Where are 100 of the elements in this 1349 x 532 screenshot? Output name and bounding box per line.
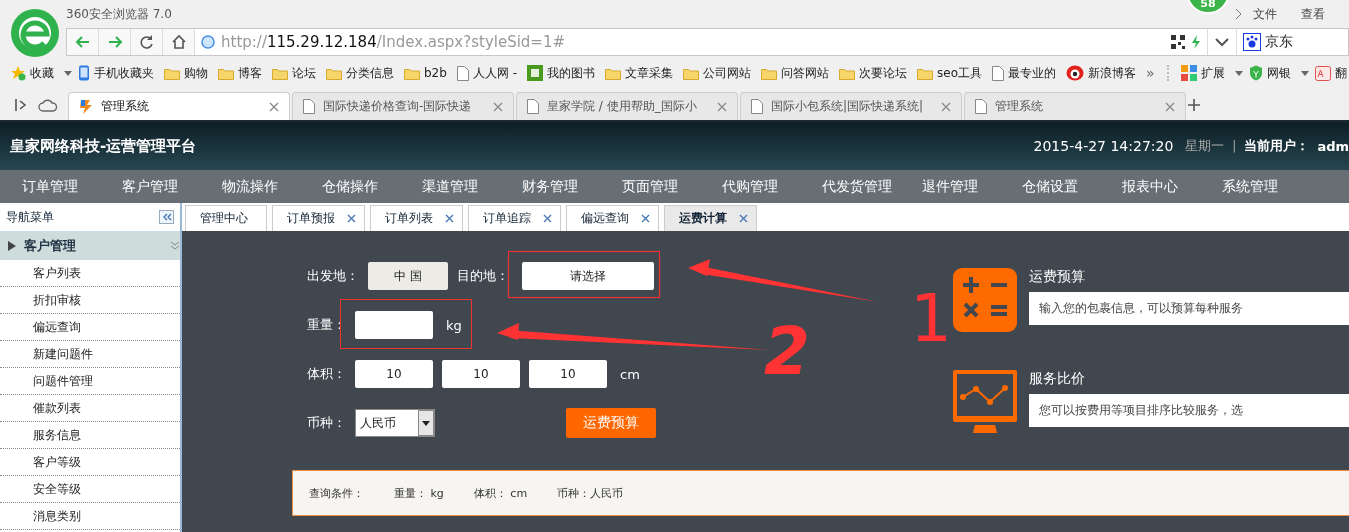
bookmark[interactable]: 新浪博客 (1066, 64, 1136, 82)
sidebar-item[interactable]: 消息类别 (0, 503, 180, 530)
menu-item[interactable]: 报表中心 (1100, 177, 1200, 196)
sidebar-item[interactable]: 催款列表 (0, 395, 180, 422)
unit-label: kg (446, 317, 462, 333)
sidebar-item[interactable]: 新建问题件 (0, 341, 180, 368)
close-icon (717, 101, 727, 112)
menu-item[interactable]: 仓储设置 (1000, 177, 1100, 196)
card-title: 服务比价 (1029, 370, 1086, 388)
page-tab[interactable]: 管理中心 (185, 205, 267, 231)
query-condition: 体积： cm (473, 485, 528, 501)
bookmark[interactable]: 博客 (218, 64, 262, 82)
bookmark[interactable]: 公司网站 (683, 64, 752, 82)
menu-item[interactable]: 系统管理 (1200, 177, 1300, 196)
folder-icon (683, 66, 700, 80)
eye-icon (1066, 65, 1084, 81)
menu-item[interactable]: 订单管理 (0, 177, 100, 196)
browser-tab[interactable]: 国际快递价格查询-国际快递 (292, 92, 514, 120)
bookmark[interactable]: 我的图书 (527, 64, 596, 82)
sidebar-item[interactable]: 偏远查询 (0, 314, 180, 341)
bookmark[interactable]: seo工具 (917, 64, 982, 82)
bookmark[interactable]: 次要论坛 (839, 64, 908, 82)
page-tab[interactable]: 订单列表 (370, 205, 463, 231)
browser-tab[interactable]: 管理系统 (964, 92, 1186, 120)
menu-item[interactable]: 文件 (1253, 5, 1277, 23)
page-tab[interactable]: 偏远查询 (566, 205, 659, 231)
menu-item[interactable]: 查看 (1301, 5, 1325, 23)
app-logo-icon (79, 98, 93, 115)
origin-field[interactable]: 中 国 (368, 262, 448, 290)
menu-item[interactable]: 渠道管理 (400, 177, 500, 196)
collapse-button[interactable] (159, 210, 174, 224)
bookmark[interactable]: 问答网站 (761, 64, 830, 82)
menu-group-header[interactable]: 客户管理 (0, 232, 180, 260)
query-condition: 币种：人民币 (557, 485, 624, 501)
menu-item[interactable]: 仓储操作 (300, 177, 400, 196)
sidebar-item[interactable]: 客户等级 (0, 449, 180, 476)
phone-icon (78, 65, 90, 81)
description-box: 输入您的包裹信息，可以预算每种服务 (1029, 292, 1349, 325)
bookmark[interactable]: 最专业的 (992, 64, 1056, 82)
currency-select[interactable]: 人民币 (355, 409, 435, 437)
more-bookmarks[interactable]: » (1146, 65, 1155, 81)
field-label: 出发地： (307, 267, 359, 285)
page-icon (527, 99, 539, 114)
double-chevron-icon (161, 213, 172, 221)
bookmark[interactable]: 手机收藏夹 (78, 64, 154, 82)
dimension-input[interactable]: 10 (442, 360, 520, 388)
field-label: 币种： (307, 414, 346, 432)
chevron-icon (1235, 8, 1243, 20)
page-icon (456, 65, 469, 81)
new-tab-icon (1188, 99, 1200, 111)
menu-item[interactable]: 页面管理 (600, 177, 700, 196)
destination-select[interactable]: 请选择 (522, 262, 654, 290)
folder-icon (164, 66, 180, 80)
user-label: 当前用户： (1244, 137, 1310, 155)
description-box: 您可以按费用等项目排序比较服务，选 (1029, 394, 1349, 427)
bookmark[interactable]: 购物 (164, 64, 208, 82)
sidebar-item[interactable]: 客户列表 (0, 260, 180, 287)
page-tab[interactable]: 订单预报 (272, 205, 365, 231)
page-icon (975, 99, 987, 114)
bookmark[interactable]: 人人网 - (456, 64, 518, 82)
page-tab[interactable]: 订单追踪 (468, 205, 561, 231)
browser-tab[interactable]: 管理系统 (68, 92, 290, 120)
user-name: adm (1317, 138, 1349, 154)
sidebar-item[interactable]: 安全等级 (0, 476, 180, 503)
grid-icon (1180, 65, 1197, 81)
query-condition: 重量： kg (394, 485, 444, 501)
browser-logo-icon (10, 8, 60, 58)
double-chevron-down-icon (170, 241, 180, 251)
bookmark[interactable]: b2b (404, 66, 447, 80)
triangle-icon (8, 241, 16, 251)
weight-input[interactable] (355, 311, 433, 339)
folder-icon (272, 66, 288, 80)
toolbar-item[interactable]: 网银 (1248, 64, 1291, 82)
page-icon (751, 99, 763, 114)
toolbar-item[interactable]: 扩展 (1180, 64, 1225, 82)
page-tab[interactable]: 运费计算 (664, 205, 757, 231)
bookmark[interactable]: 分类信息 (326, 64, 394, 82)
browser-tab[interactable]: 皇家学院 / 使用帮助_国际小 (516, 92, 738, 120)
bookmark[interactable]: 收藏 (10, 64, 54, 82)
menu-item[interactable]: 退件管理 (900, 177, 1000, 196)
menu-item[interactable]: 财务管理 (500, 177, 600, 196)
sidebar-item[interactable]: 折扣审核 (0, 287, 180, 314)
bookmark[interactable]: 文章采集 (605, 64, 674, 82)
cloud-icon (38, 98, 58, 112)
dimension-input[interactable]: 10 (529, 360, 607, 388)
menu-item[interactable]: 物流操作 (200, 177, 300, 196)
menu-item[interactable]: 代购管理 (700, 177, 800, 196)
dimension-input[interactable]: 10 (355, 360, 433, 388)
folder-icon (839, 66, 856, 80)
menu-item[interactable]: 客户管理 (100, 177, 200, 196)
folder-icon (404, 66, 420, 80)
bookmark[interactable]: 论坛 (272, 64, 316, 82)
window-title: 360安全浏览器 7.0 (66, 5, 172, 23)
close-icon (1165, 101, 1175, 112)
separator-mark: | (1232, 139, 1237, 153)
browser-tab[interactable]: 国际小包系统|国际快递系统| (740, 92, 962, 120)
sidebar-item[interactable]: 服务信息 (0, 422, 180, 449)
toolbar-item[interactable]: 翻 (1314, 64, 1347, 82)
sidebar-item[interactable]: 问题件管理 (0, 368, 180, 395)
menu-item[interactable]: 代发货管理 (800, 177, 900, 196)
